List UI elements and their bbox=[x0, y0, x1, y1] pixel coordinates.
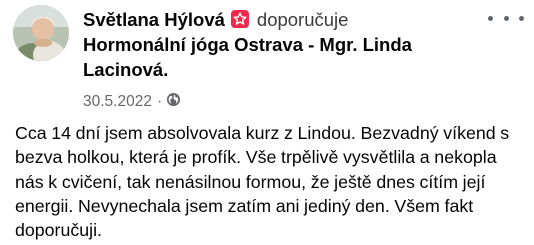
globe-icon bbox=[166, 92, 181, 112]
avatar-photo bbox=[13, 5, 69, 61]
more-dot bbox=[488, 15, 493, 21]
post-meta: 30.5.2022 · bbox=[83, 92, 181, 112]
author-avatar[interactable] bbox=[13, 5, 69, 61]
recommended-page-name[interactable]: Hormonální jóga Ostrava - Mgr. Linda Lac… bbox=[83, 32, 483, 82]
action-verb: doporučuje bbox=[256, 9, 349, 30]
more-dot bbox=[519, 15, 524, 21]
post-header: Světlana Hýlová doporučuje Hormonální jóg… bbox=[83, 7, 483, 82]
post-date[interactable]: 30.5.2022 bbox=[83, 93, 152, 111]
post-text: Cca 14 dní jsem absolvovala kurz z Lindo… bbox=[15, 123, 510, 241]
more-options-icon[interactable] bbox=[488, 10, 524, 26]
author-name[interactable]: Světlana Hýlová bbox=[83, 9, 225, 30]
recommendation-post: Světlana Hýlová doporučuje Hormonální jóg… bbox=[0, 0, 534, 245]
more-dot bbox=[503, 15, 509, 21]
meta-separator: · bbox=[156, 93, 163, 110]
recommend-star-icon bbox=[230, 10, 249, 28]
